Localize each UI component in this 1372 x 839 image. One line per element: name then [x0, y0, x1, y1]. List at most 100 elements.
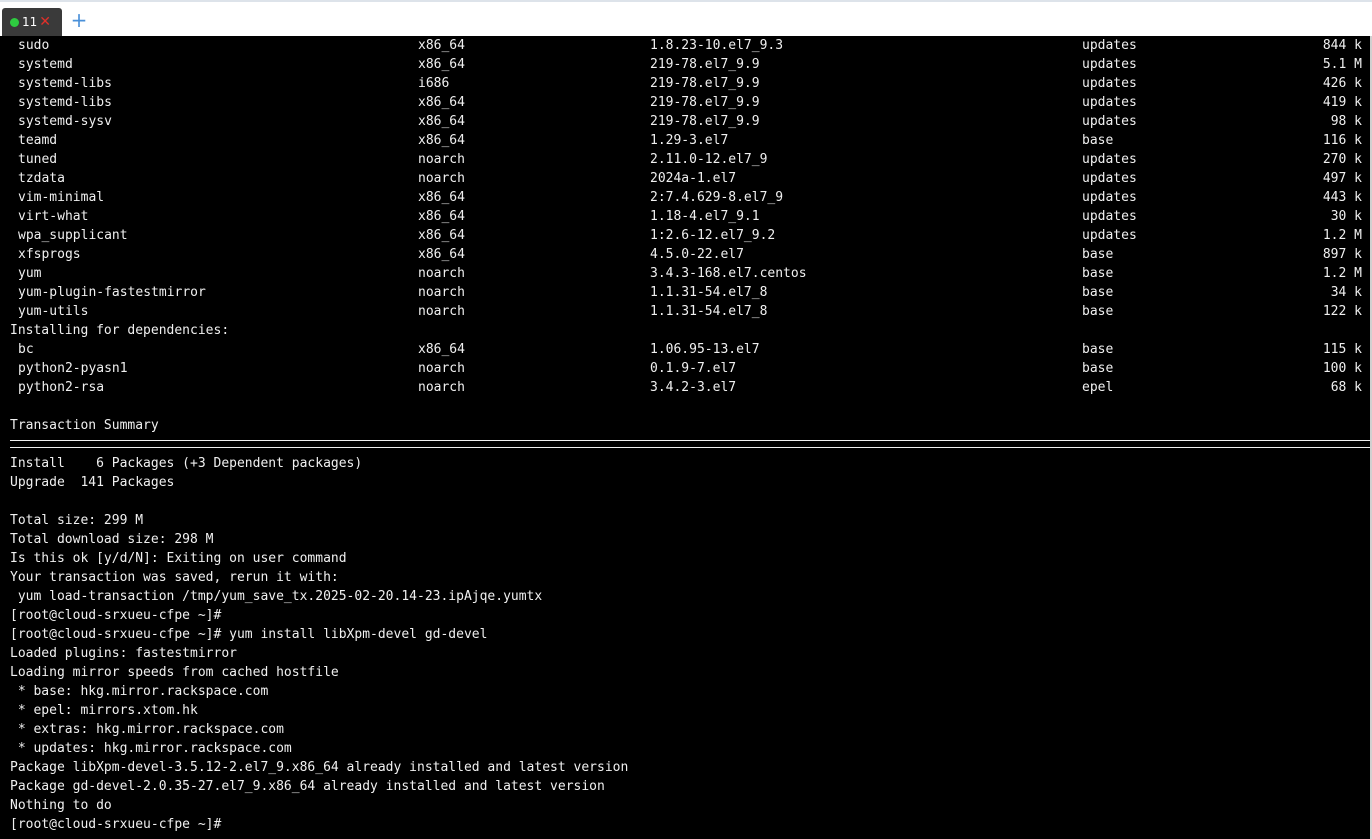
- package-size: 897 k: [1322, 247, 1362, 262]
- package-version: 1.1.31-54.el7_8: [650, 304, 768, 319]
- close-icon[interactable]: ✕: [39, 15, 51, 29]
- package-name: yum: [18, 266, 42, 281]
- package-arch: noarch: [418, 361, 465, 376]
- package-size: 98 k: [1330, 114, 1362, 129]
- tab-label: 11: [22, 15, 38, 29]
- package-name: sudo: [18, 38, 50, 53]
- terminal-line: Loading mirror speeds from cached hostfi…: [10, 665, 339, 680]
- tab-session[interactable]: 11 ✕: [2, 8, 62, 36]
- new-tab-button[interactable]: +: [69, 8, 89, 32]
- package-size: 844 k: [1322, 38, 1362, 53]
- package-repo: updates: [1082, 171, 1137, 186]
- terminal-line: Your transaction was saved, rerun it wit…: [10, 570, 339, 585]
- package-name: vim-minimal: [18, 190, 105, 205]
- package-repo: updates: [1082, 57, 1137, 72]
- terminal-line: * extras: hkg.mirror.rackspace.com: [10, 722, 284, 737]
- package-size: 426 k: [1322, 76, 1362, 91]
- package-repo: updates: [1082, 228, 1137, 243]
- package-size: 68 k: [1330, 380, 1362, 395]
- package-name: python2-rsa: [18, 380, 105, 395]
- package-version: 1.8.23-10.el7_9.3: [650, 38, 784, 53]
- package-version: 1.29-3.el7: [650, 133, 729, 148]
- package-size: 419 k: [1322, 95, 1362, 110]
- package-size: 122 k: [1322, 304, 1362, 319]
- package-arch: x86_64: [418, 114, 465, 129]
- package-version: 2024a-1.el7: [650, 171, 737, 186]
- terminal-line: Is this ok [y/d/N]: Exiting on user comm…: [10, 551, 347, 566]
- package-arch: noarch: [418, 266, 465, 281]
- terminal-output[interactable]: sudo x86_64 1.8.23-10.el7_9.3 updates 844 ks…: [0, 36, 1372, 839]
- package-repo: base: [1082, 266, 1114, 281]
- package-repo: updates: [1082, 190, 1137, 205]
- package-arch: x86_64: [418, 228, 465, 243]
- terminal-line: * epel: mirrors.xtom.hk: [10, 703, 198, 718]
- package-arch: x86_64: [418, 209, 465, 224]
- package-repo: updates: [1082, 95, 1137, 110]
- package-version: 4.5.0-22.el7: [650, 247, 744, 262]
- tab-bar: 11 ✕ +: [0, 0, 1372, 36]
- package-size: 100 k: [1322, 361, 1362, 376]
- package-version: 2.11.0-12.el7_9: [650, 152, 768, 167]
- package-size: 116 k: [1322, 133, 1362, 148]
- terminal-line: * updates: hkg.mirror.rackspace.com: [10, 741, 292, 756]
- package-arch: x86_64: [418, 95, 465, 110]
- package-name: yum-plugin-fastestmirror: [18, 285, 206, 300]
- package-arch: x86_64: [418, 247, 465, 262]
- package-arch: x86_64: [418, 342, 465, 357]
- package-repo: updates: [1082, 152, 1137, 167]
- package-repo: updates: [1082, 209, 1137, 224]
- package-version: 219-78.el7_9.9: [650, 95, 760, 110]
- terminal-line: Total size: 299 M: [10, 513, 144, 528]
- package-arch: x86_64: [418, 133, 465, 148]
- package-repo: base: [1082, 285, 1114, 300]
- terminal-line: Nothing to do: [10, 798, 112, 813]
- package-name: bc: [18, 342, 34, 357]
- package-name: systemd: [18, 57, 73, 72]
- package-size: 1.2 M: [1322, 266, 1362, 281]
- terminal-line: Total download size: 298 M: [10, 532, 214, 547]
- package-arch: noarch: [418, 152, 465, 167]
- package-version: 1.1.31-54.el7_8: [650, 285, 768, 300]
- package-size: 270 k: [1322, 152, 1362, 167]
- package-arch: noarch: [418, 380, 465, 395]
- package-version: 1.18-4.el7_9.1: [650, 209, 760, 224]
- terminal-line: Package libXpm-devel-3.5.12-2.el7_9.x86_…: [10, 760, 629, 775]
- deps-header: Installing for dependencies:: [10, 323, 230, 338]
- package-repo: updates: [1082, 114, 1137, 129]
- package-repo: base: [1082, 342, 1114, 357]
- package-arch: noarch: [418, 285, 465, 300]
- terminal-line: Upgrade 141 Packages: [10, 475, 175, 490]
- package-arch: x86_64: [418, 57, 465, 72]
- package-repo: updates: [1082, 38, 1137, 53]
- package-arch: noarch: [418, 304, 465, 319]
- package-name: tuned: [18, 152, 58, 167]
- package-repo: updates: [1082, 76, 1137, 91]
- terminal-line: [root@cloud-srxueu-cfpe ~]# yum install …: [10, 627, 488, 642]
- terminal-line: Loaded plugins: fastestmirror: [10, 646, 237, 661]
- summary-header: Transaction Summary: [10, 418, 159, 433]
- package-repo: base: [1082, 304, 1114, 319]
- package-size: 497 k: [1322, 171, 1362, 186]
- terminal-line: * base: hkg.mirror.rackspace.com: [10, 684, 269, 699]
- package-name: wpa_supplicant: [18, 228, 128, 243]
- package-version: 219-78.el7_9.9: [650, 76, 760, 91]
- package-name: tzdata: [18, 171, 65, 186]
- terminal-line: Install 6 Packages (+3 Dependent package…: [10, 456, 363, 471]
- package-name: virt-what: [18, 209, 89, 224]
- package-name: systemd-libs: [18, 76, 112, 91]
- package-name: systemd-sysv: [18, 114, 112, 129]
- package-version: 219-78.el7_9.9: [650, 57, 760, 72]
- package-version: 1:2.6-12.el7_9.2: [650, 228, 776, 243]
- package-name: xfsprogs: [18, 247, 81, 262]
- terminal-line: [root@cloud-srxueu-cfpe ~]#: [10, 817, 222, 832]
- connected-status-icon: [10, 17, 19, 27]
- package-repo: epel: [1082, 380, 1114, 395]
- package-size: 115 k: [1322, 342, 1362, 357]
- package-version: 3.4.2-3.el7: [650, 380, 737, 395]
- terminal-line: yum load-transaction /tmp/yum_save_tx.20…: [10, 589, 543, 604]
- package-size: 443 k: [1322, 190, 1362, 205]
- package-arch: noarch: [418, 171, 465, 186]
- package-version: 1.06.95-13.el7: [650, 342, 760, 357]
- package-name: yum-utils: [18, 304, 89, 319]
- package-size: 1.2 M: [1322, 228, 1362, 243]
